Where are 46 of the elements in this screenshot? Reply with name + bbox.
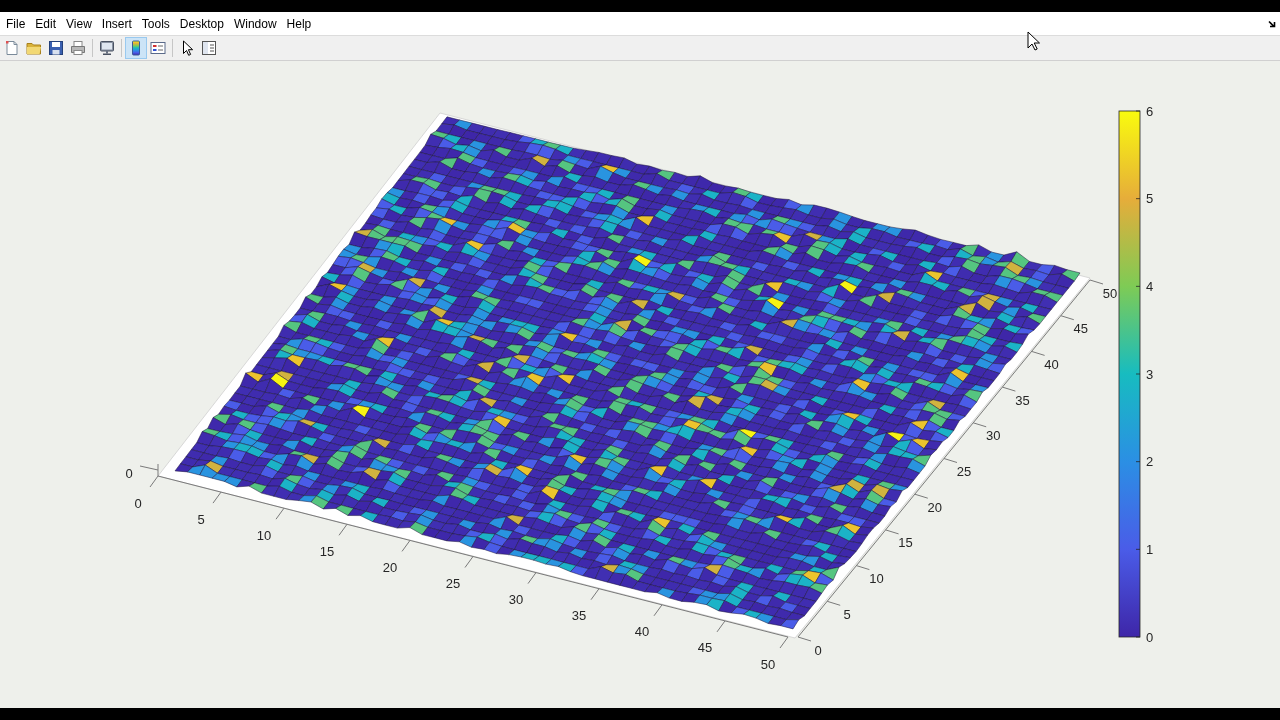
menu-item[interactable]: Help [281,14,317,33]
x-tick-label: 40 [634,624,650,640]
menu-item[interactable]: Window [228,14,282,33]
y-tick-label: 0 [814,642,822,658]
x-tick-label: 45 [697,640,713,656]
y-tick-label: 40 [1044,356,1059,372]
y-tick-label: 20 [927,499,943,515]
z-tick-label: 0 [125,465,133,481]
y-tick-label: 50 [1102,285,1118,301]
x-tick-label: 10 [256,527,272,543]
folder-icon [26,40,42,56]
x-tick-label: 20 [382,559,398,575]
menu-item[interactable]: Desktop [174,14,229,33]
y-tick-label: 5 [843,606,851,622]
menu-item[interactable]: Insert [96,14,137,33]
x-tick-label: 15 [319,543,335,559]
page-icon [4,40,20,56]
menu-item[interactable]: View [61,14,97,33]
colorbar-tick-label: 6 [1146,103,1154,119]
y-tick-label: 35 [1015,392,1030,408]
x-tick-label: 35 [571,608,587,624]
y-tick-label: 15 [898,535,913,551]
monitor-icon [99,40,115,56]
x-tick-label: 30 [508,592,524,608]
menu-item[interactable]: File [1,14,31,33]
x-tick-label: 0 [134,495,142,511]
menu-item[interactable]: Tools [136,14,175,33]
colorbar-tick-label: 5 [1146,191,1154,207]
y-tick-label: 30 [985,428,1001,444]
x-tick-label: 25 [445,576,461,591]
x-tick-label: 50 [760,656,776,672]
y-tick-label: 25 [956,464,972,479]
menu-item[interactable]: Edit [30,14,62,33]
panel-icon [201,40,217,56]
x-tick-label: 5 [197,511,205,527]
legend-icon [150,40,166,56]
colorbar-tick-label: 3 [1146,366,1154,382]
colorbar-tick-label: 0 [1146,629,1154,645]
colorbar-tick-label: 4 [1146,278,1154,294]
colorbar-tick-label: 1 [1146,541,1154,557]
y-tick-label: 10 [869,571,884,587]
y-tick-label: 45 [1073,321,1089,337]
dock-arrow-icon[interactable] [1268,19,1276,28]
colorbar-tick-label: 2 [1146,454,1154,470]
printer-icon [70,40,86,56]
z-axis [139,463,159,477]
